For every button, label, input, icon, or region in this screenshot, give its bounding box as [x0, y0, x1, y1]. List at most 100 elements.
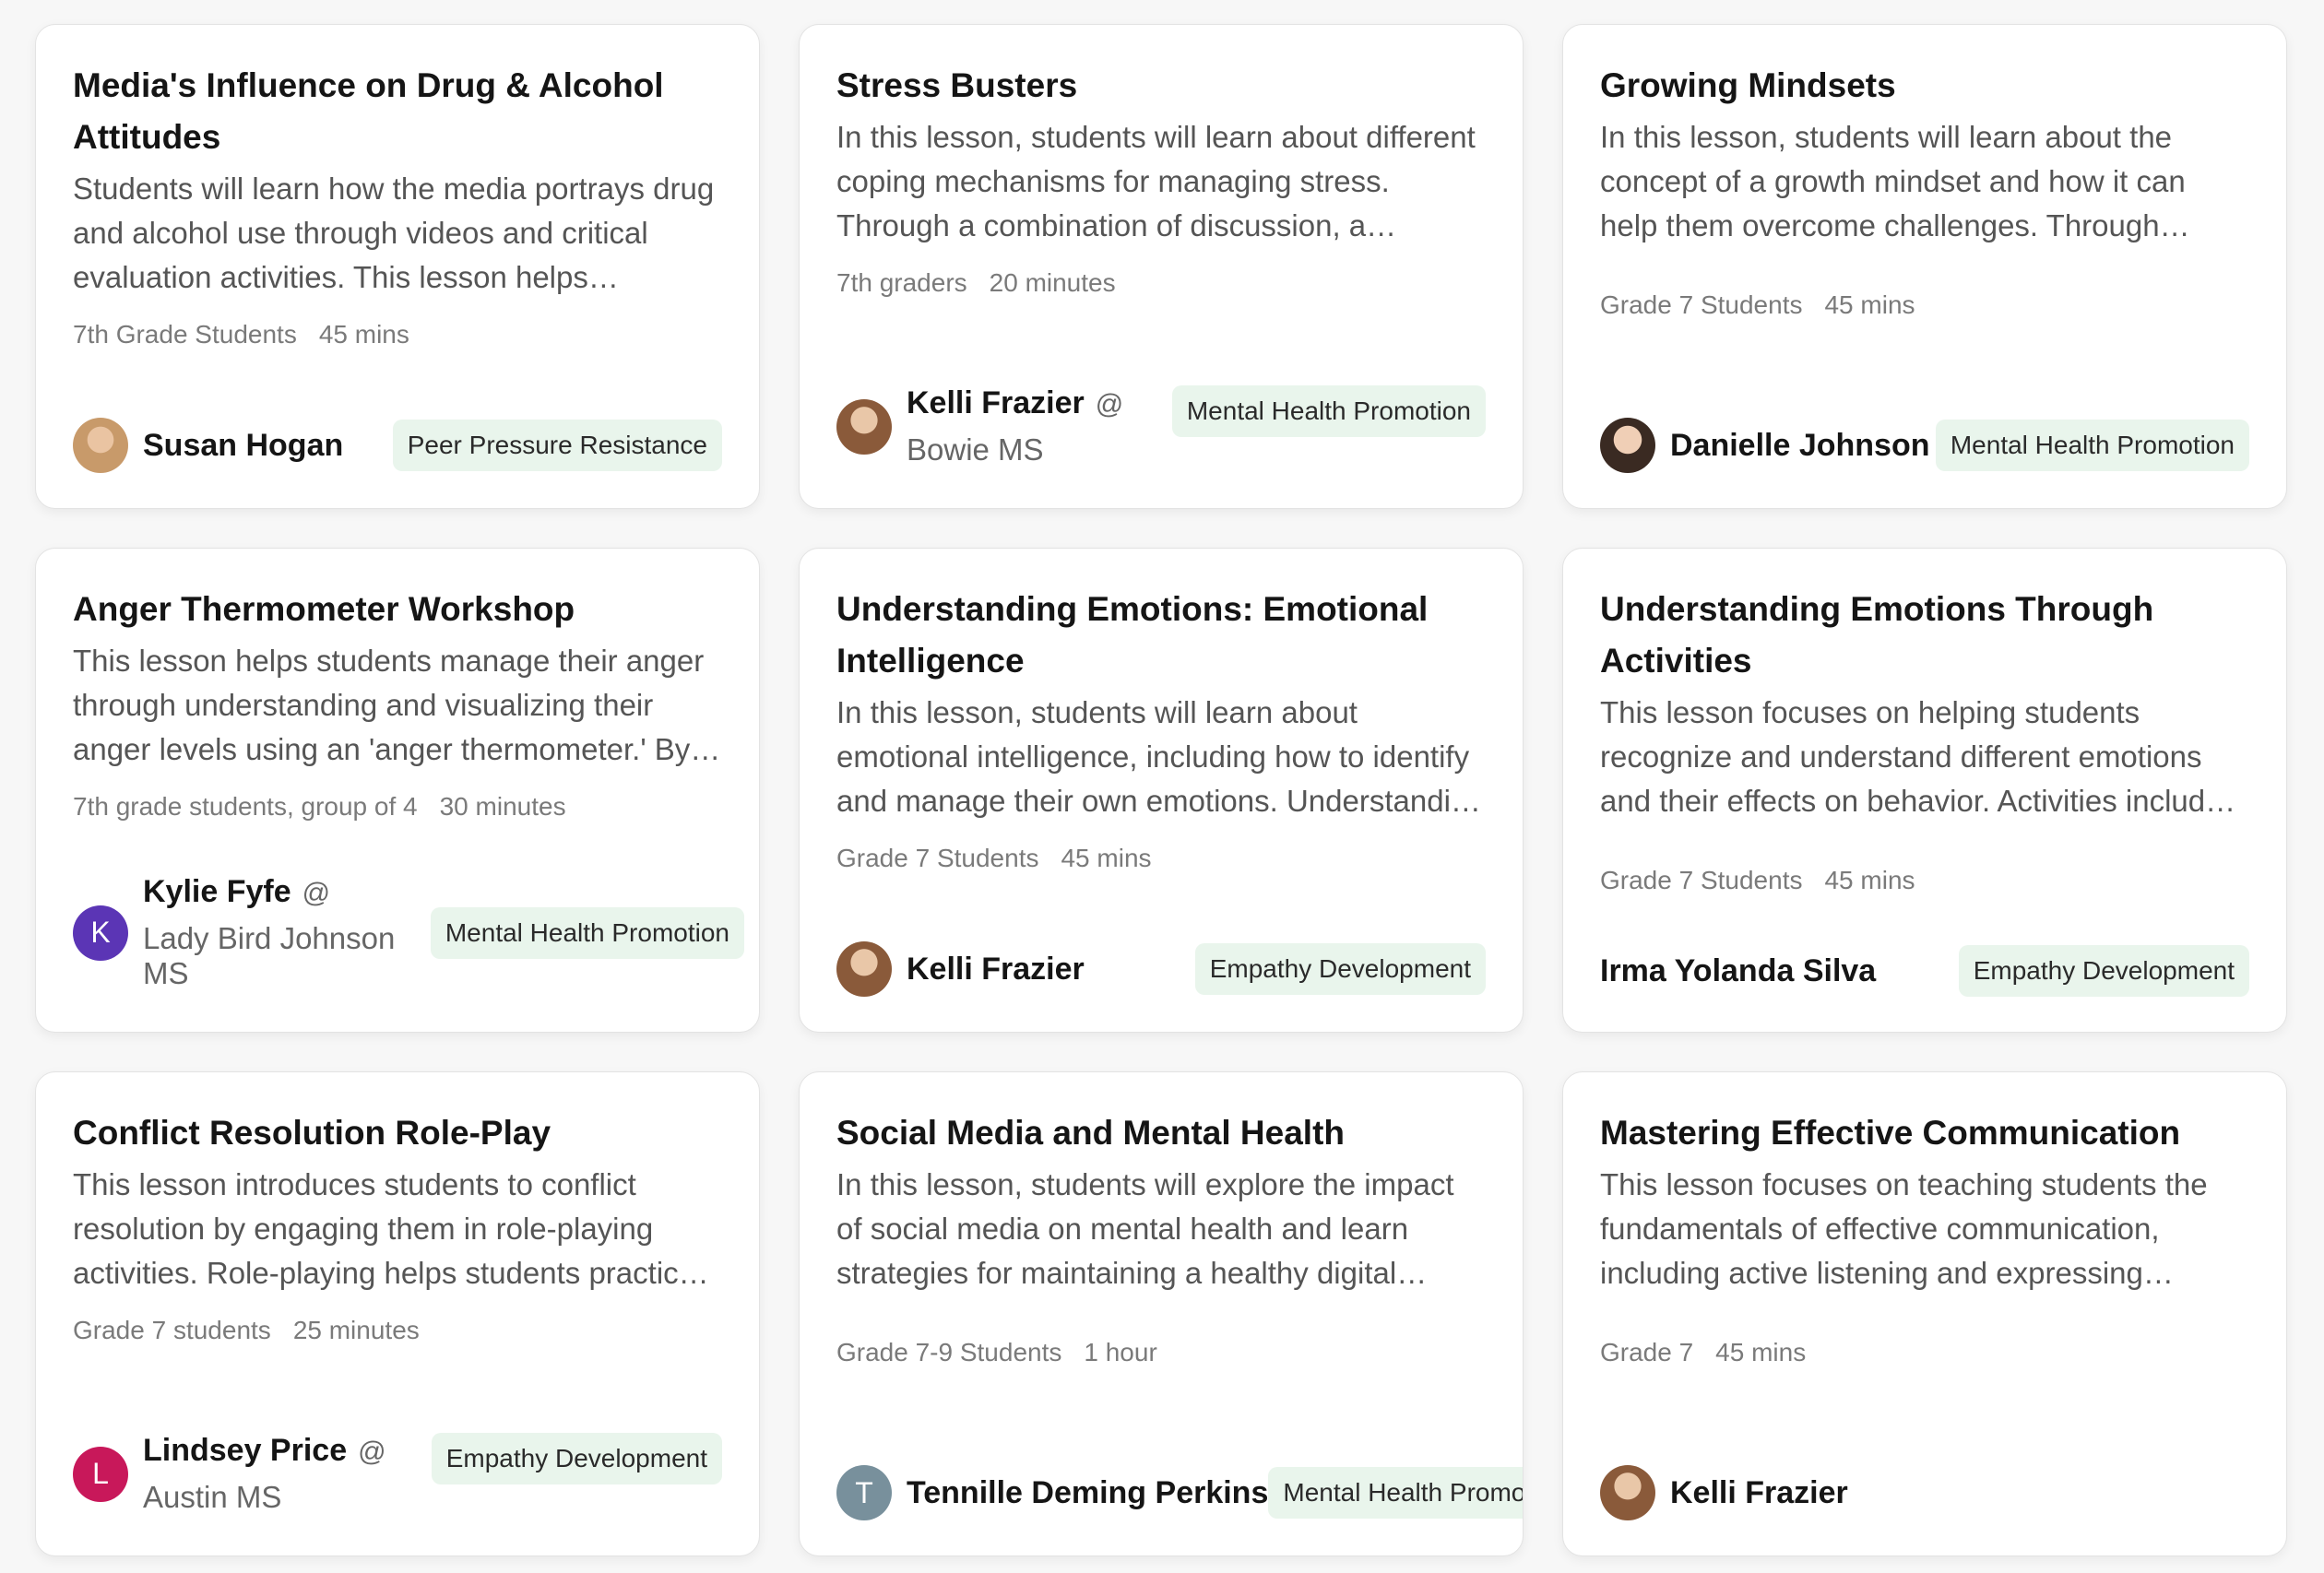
lesson-duration: 25 minutes — [292, 1316, 420, 1344]
lesson-description: This lesson focuses on teaching students… — [1600, 1167, 2208, 1290]
lesson-audience: Grade 7 Students — [1600, 290, 1803, 319]
lesson-duration: 1 hour — [1084, 1338, 1157, 1366]
lesson-description: In this lesson, students will learn abou… — [1600, 120, 2186, 242]
lesson-audience: Grade 7 Students — [1600, 866, 1803, 894]
author-name[interactable]: Tennille Deming Perkins — [907, 1475, 1268, 1511]
lesson-description: In this lesson, students will explore th… — [836, 1167, 1454, 1290]
author-info[interactable]: Kelli Frazier — [836, 941, 1085, 997]
lesson-card[interactable]: Conflict Resolution Role-Play This lesso… — [35, 1071, 760, 1556]
user-photo-icon[interactable] — [73, 418, 128, 473]
lesson-footer: Kelli Frazier — [1600, 1465, 2249, 1520]
lesson-meta: 7th graders 20 minutes — [836, 268, 1486, 298]
lesson-meta: Grade 7 Students 45 mins — [1600, 866, 2249, 895]
category-tag[interactable]: Empathy Development — [1194, 943, 1486, 995]
at-icon: @ — [302, 878, 331, 908]
lesson-footer: T Tennille Deming Perkins Mental Health … — [836, 1465, 1523, 1520]
lesson-meta: Grade 7 students 25 minutes — [73, 1316, 722, 1345]
lesson-card[interactable]: Stress Busters In this lesson, students … — [799, 24, 1524, 509]
author-name[interactable]: Danielle Johnson — [1670, 428, 1930, 464]
author-school: Bowie MS — [907, 432, 1044, 467]
lesson-title[interactable]: Growing Mindsets — [1600, 60, 2249, 112]
author-school: Lady Bird Johnson MS — [143, 921, 396, 990]
lesson-title[interactable]: Social Media and Mental Health — [836, 1107, 1486, 1159]
lesson-description: In this lesson, students will learn abou… — [836, 695, 1485, 818]
author-school: Austin MS — [143, 1480, 282, 1514]
lesson-audience: Grade 7-9 Students — [836, 1338, 1062, 1366]
author-info[interactable]: Danielle Johnson — [1600, 418, 1930, 473]
author-name[interactable]: Susan Hogan — [143, 428, 343, 464]
lesson-meta: Grade 7-9 Students 1 hour — [836, 1338, 1486, 1367]
user-photo-icon[interactable] — [836, 941, 892, 997]
author-info[interactable]: L Lindsey Price @ Austin MS — [73, 1433, 386, 1515]
lesson-audience: 7th graders — [836, 268, 967, 297]
lesson-duration: 45 mins — [1715, 1338, 1807, 1366]
lesson-audience: 7th grade students, group of 4 — [73, 792, 418, 821]
lesson-footer: Irma Yolanda Silva Empathy Development — [1600, 945, 2249, 997]
author-name[interactable]: Kelli Frazier — [1670, 1475, 1848, 1511]
avatar[interactable]: K — [73, 905, 128, 961]
lesson-duration: 30 minutes — [439, 792, 566, 821]
lesson-title[interactable]: Anger Thermometer Workshop — [73, 584, 722, 635]
category-tag[interactable]: Mental Health Promotion — [1171, 385, 1486, 437]
author-name[interactable]: Kelli Frazier — [907, 952, 1085, 988]
lesson-audience: Grade 7 Students — [836, 844, 1039, 872]
lesson-title[interactable]: Conflict Resolution Role-Play — [73, 1107, 722, 1159]
lesson-description: Students will learn how the media portra… — [73, 171, 715, 294]
lesson-description: In this lesson, students will learn abou… — [836, 120, 1476, 242]
lesson-title[interactable]: Mastering Effective Communication — [1600, 1107, 2249, 1159]
category-tag[interactable]: Mental Health Promotion — [1935, 420, 2249, 471]
category-tag[interactable]: Empathy Development — [431, 1433, 722, 1484]
category-tag[interactable]: Mental Health Promotion — [430, 906, 744, 959]
author-info[interactable]: Kelli Frazier @ Bowie MS — [836, 385, 1123, 467]
author-info[interactable]: K Kylie Fyfe @ Lady Bird Johnson MS — [73, 874, 431, 991]
avatar[interactable]: T — [836, 1465, 892, 1520]
lesson-card[interactable]: Understanding Emotions Through Activitie… — [1562, 548, 2287, 1033]
lesson-footer: Danielle Johnson Mental Health Promotion — [1600, 418, 2249, 473]
lesson-card[interactable]: Media's Influence on Drug & Alcohol Atti… — [35, 24, 760, 509]
lesson-footer: Susan Hogan Peer Pressure Resistance — [73, 418, 722, 473]
category-tag[interactable]: Empathy Development — [1958, 945, 2249, 997]
lesson-title[interactable]: Understanding Emotions: Emotional Intell… — [836, 584, 1486, 687]
author-name[interactable]: Kelli Frazier @ — [907, 385, 1123, 421]
lesson-meta: Grade 7 Students 45 mins — [1600, 290, 2249, 320]
at-icon: @ — [358, 1437, 386, 1467]
author-info[interactable]: Irma Yolanda Silva — [1600, 953, 1876, 989]
user-photo-icon[interactable] — [1600, 1465, 1655, 1520]
lesson-meta: 7th Grade Students 45 mins — [73, 320, 722, 349]
lesson-title[interactable]: Stress Busters — [836, 60, 1486, 112]
lesson-card[interactable]: Mastering Effective Communication This l… — [1562, 1071, 2287, 1556]
lesson-duration: 45 mins — [1824, 866, 1915, 894]
lesson-card[interactable]: Growing Mindsets In this lesson, student… — [1562, 24, 2287, 509]
lesson-duration: 45 mins — [1061, 844, 1152, 872]
lesson-duration: 45 mins — [318, 320, 409, 349]
lesson-footer: Kelli Frazier Empathy Development — [836, 941, 1486, 997]
user-photo-icon[interactable] — [1600, 418, 1655, 473]
lesson-card[interactable]: Social Media and Mental Health In this l… — [799, 1071, 1524, 1556]
author-info[interactable]: T Tennille Deming Perkins — [836, 1465, 1268, 1520]
lesson-title[interactable]: Media's Influence on Drug & Alcohol Atti… — [73, 60, 722, 163]
lesson-footer: K Kylie Fyfe @ Lady Bird Johnson MS Menta… — [73, 874, 744, 991]
at-icon: @ — [1095, 389, 1124, 420]
category-tag[interactable]: Mental Health Promotion — [1268, 1467, 1523, 1519]
lesson-card-grid: Media's Influence on Drug & Alcohol Atti… — [35, 24, 2287, 1556]
lesson-description: This lesson helps students manage their … — [73, 644, 721, 766]
lesson-meta: Grade 7 Students 45 mins — [836, 844, 1486, 873]
category-tag[interactable]: Peer Pressure Resistance — [392, 420, 722, 471]
lesson-card[interactable]: Anger Thermometer Workshop This lesson h… — [35, 548, 760, 1033]
avatar[interactable]: L — [73, 1446, 128, 1502]
lesson-footer: L Lindsey Price @ Austin MS Empathy Devel… — [73, 1433, 722, 1515]
lesson-footer: Kelli Frazier @ Bowie MS Mental Health Pr… — [836, 385, 1486, 467]
lesson-audience: Grade 7 students — [73, 1316, 271, 1344]
lesson-audience: Grade 7 — [1600, 1338, 1694, 1366]
author-name[interactable]: Irma Yolanda Silva — [1600, 953, 1876, 989]
lesson-title[interactable]: Understanding Emotions Through Activitie… — [1600, 584, 2249, 687]
lesson-card[interactable]: Understanding Emotions: Emotional Intell… — [799, 548, 1524, 1033]
user-photo-icon[interactable] — [836, 398, 892, 455]
author-info[interactable]: Susan Hogan — [73, 418, 343, 473]
lesson-meta: Grade 7 45 mins — [1600, 1338, 2249, 1367]
author-info[interactable]: Kelli Frazier — [1600, 1465, 1848, 1520]
lesson-audience: 7th Grade Students — [73, 320, 297, 349]
author-name[interactable]: Kylie Fyfe @ — [143, 874, 431, 910]
author-name[interactable]: Lindsey Price @ — [143, 1433, 386, 1469]
lesson-description: This lesson introduces students to confl… — [73, 1167, 696, 1290]
